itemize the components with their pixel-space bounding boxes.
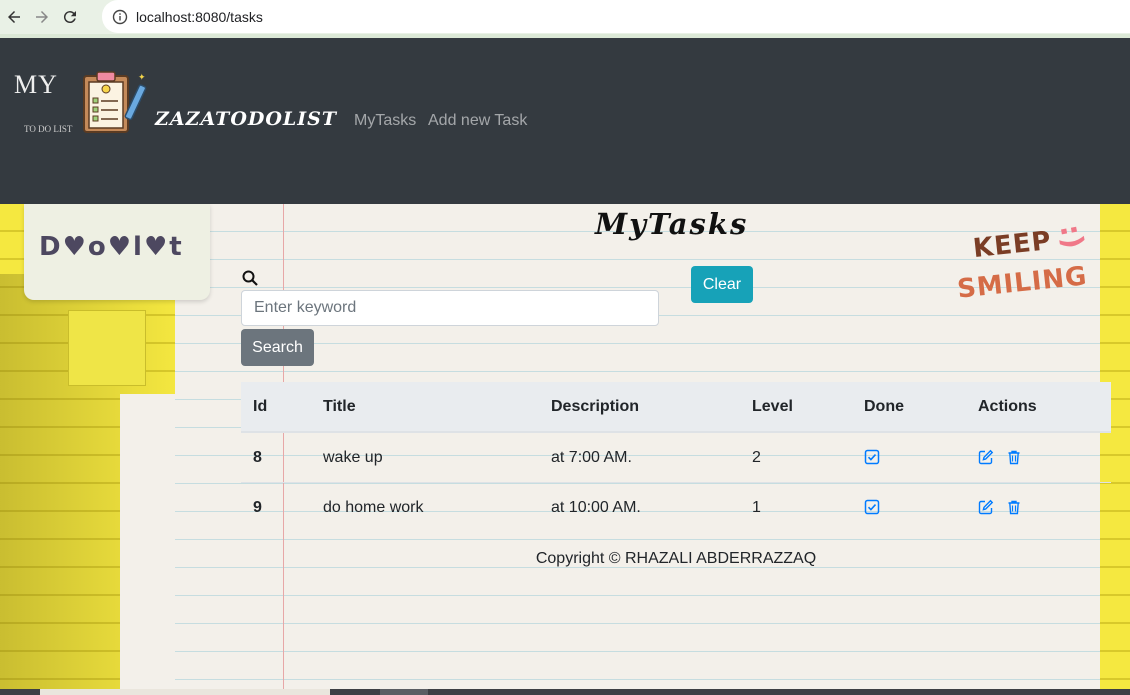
- tasks-table: Id Title Description Level Done Actions …: [241, 382, 1111, 532]
- check-square-icon[interactable]: [864, 499, 880, 515]
- search-button[interactable]: Search: [241, 329, 314, 366]
- cell-level: 1: [740, 482, 852, 532]
- url-text: localhost:8080/tasks: [136, 8, 263, 25]
- reload-icon[interactable]: [56, 3, 84, 31]
- brand-name[interactable]: ZAZATODOLIST: [155, 108, 337, 130]
- cell-id: 8: [241, 431, 311, 483]
- smiling-text: SMILING: [955, 261, 1089, 305]
- cell-title: do home work: [311, 482, 539, 532]
- info-icon[interactable]: [112, 9, 128, 25]
- forward-icon[interactable]: [28, 3, 56, 31]
- header-description: Description: [539, 382, 740, 433]
- sticky-note: D♥o♥l♥t: [24, 204, 210, 300]
- bottom-strip-segment: [40, 689, 330, 695]
- back-icon[interactable]: [0, 3, 28, 31]
- trash-icon[interactable]: [1006, 449, 1022, 465]
- smiley-icon: :): [1053, 221, 1091, 252]
- logo[interactable]: MY TO DO LIST: [14, 70, 72, 134]
- clipboard-icon: ✦: [83, 71, 147, 133]
- edit-icon[interactable]: [978, 449, 994, 465]
- table-header-row: Id Title Description Level Done Actions: [241, 382, 1111, 433]
- address-bar[interactable]: localhost:8080/tasks: [102, 0, 1130, 33]
- cell-done: [852, 482, 966, 532]
- table-row: 9 do home work at 10:00 AM. 1: [241, 482, 1111, 532]
- logo-my: MY: [14, 70, 58, 99]
- check-square-icon[interactable]: [864, 449, 880, 465]
- search-icon: [242, 270, 258, 286]
- keep-smiling-sticker: KEEP SMILING :): [955, 222, 1095, 312]
- cell-description: at 7:00 AM.: [539, 431, 740, 483]
- cell-done: [852, 431, 966, 483]
- header-done: Done: [852, 382, 966, 433]
- header-id: Id: [241, 382, 311, 433]
- cell-description: at 10:00 AM.: [539, 482, 740, 532]
- nav-link-add-new-task[interactable]: Add new Task: [428, 112, 527, 130]
- sticky-note-small: [68, 310, 146, 386]
- table-row: 8 wake up at 7:00 AM. 2: [241, 431, 1111, 483]
- bottom-strip-segment: [380, 689, 428, 695]
- cell-level: 2: [740, 431, 852, 483]
- header-actions: Actions: [966, 382, 1111, 433]
- cell-id: 9: [241, 482, 311, 532]
- header-title: Title: [311, 382, 539, 433]
- page-title: MyTasks: [595, 207, 749, 241]
- svg-text:✦: ✦: [138, 73, 146, 83]
- clear-button[interactable]: Clear: [691, 266, 753, 303]
- trash-icon[interactable]: [1006, 499, 1022, 515]
- keyword-input[interactable]: [241, 290, 659, 326]
- nav-link-mytasks[interactable]: MyTasks: [354, 112, 416, 130]
- logo-subtitle: TO DO LIST: [24, 124, 73, 134]
- cell-actions: [966, 431, 1111, 483]
- bottom-strip: [0, 689, 1130, 695]
- edit-icon[interactable]: [978, 499, 994, 515]
- footer-copyright: Copyright © RHAZALI ABDERRAZZAQ: [535, 550, 817, 567]
- keep-text: KEEP: [971, 225, 1054, 265]
- cell-title: wake up: [311, 431, 539, 483]
- sticky-note-text: D♥o♥l♥t: [39, 232, 184, 262]
- main-area: D♥o♥l♥t MyTasks KEEP SMILING :) Search C…: [0, 204, 1130, 695]
- cell-actions: [966, 482, 1111, 532]
- header-level: Level: [740, 382, 852, 433]
- browser-toolbar: localhost:8080/tasks: [0, 0, 1130, 34]
